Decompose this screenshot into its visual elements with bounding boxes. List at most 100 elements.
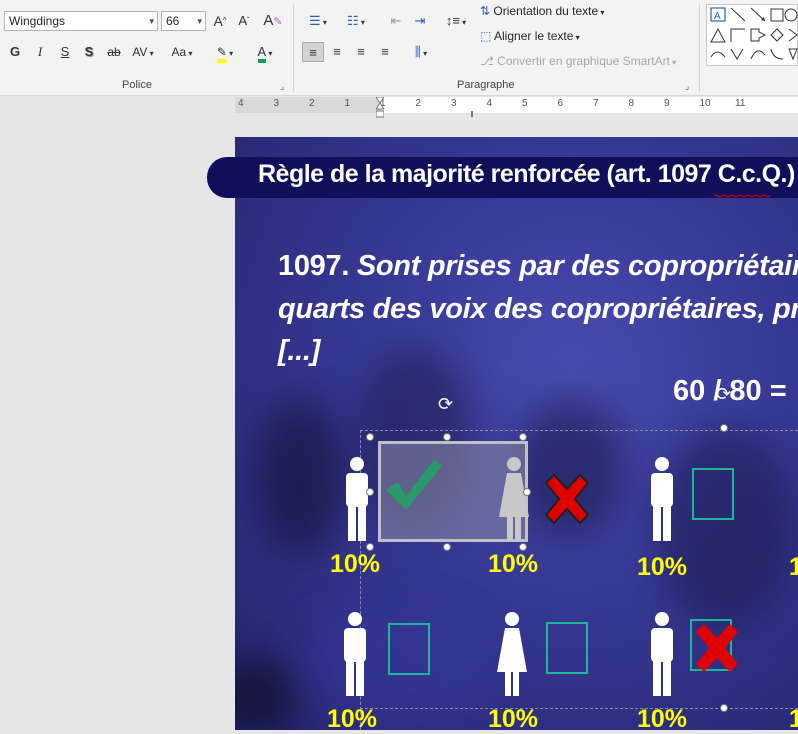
text-direction-button[interactable]: ⇅ Orientation du texte ▾ [480, 4, 604, 18]
align-text-label: Aligner le texte [494, 29, 574, 43]
ruler-number: 2 [309, 98, 315, 109]
italic-button[interactable]: I [31, 42, 49, 62]
change-case-label: Aa [171, 45, 187, 59]
resize-handle[interactable] [366, 433, 374, 441]
percent-label[interactable]: 1 [789, 553, 798, 582]
ruler-number: 4 [486, 98, 493, 109]
resize-handle[interactable] [519, 433, 527, 441]
font-name-combobox[interactable]: Wingdings ▾ [4, 11, 158, 31]
resize-handle[interactable] [519, 543, 527, 551]
red-x-icon[interactable] [692, 622, 742, 674]
columns-button[interactable]: ⫼ ▾ [404, 42, 438, 62]
ruler-number: 10 [699, 98, 711, 109]
font-size-combobox[interactable]: 66 ▾ [161, 11, 206, 31]
font-group-label: Police [122, 79, 152, 91]
align-left-button[interactable]: ≡ [302, 42, 324, 62]
rotate-handle-icon[interactable]: ⟳ [716, 384, 731, 405]
svg-text:A: A [714, 11, 721, 22]
highlighter-icon: ✎ [216, 45, 227, 63]
shapes-gallery[interactable]: A [706, 4, 798, 66]
empty-checkbox-shape[interactable] [388, 623, 430, 675]
character-spacing-button[interactable]: AV ▾ [128, 42, 158, 62]
bold-button[interactable]: G [6, 42, 24, 62]
empty-checkbox-shape[interactable] [546, 622, 588, 674]
font-color-button[interactable]: A ▾ [250, 42, 280, 63]
guide-line [360, 708, 798, 709]
align-right-button[interactable]: ≡ [350, 42, 372, 62]
ruler-number: 4 [238, 98, 244, 109]
percent-label[interactable]: 10% [330, 550, 380, 579]
ruler-number: 11 [735, 98, 746, 109]
align-center-button[interactable]: ≡ [326, 42, 348, 62]
ruler-number: 9 [664, 98, 670, 109]
shapes-gallery-icons: A [710, 7, 798, 61]
horizontal-ruler[interactable]: 4 3 2 1 1 2 3 4 5 6 7 8 9 10 11 [235, 96, 798, 118]
male-person-icon[interactable] [340, 612, 370, 696]
shadow-button[interactable]: S [80, 42, 98, 62]
font-name-value: Wingdings [9, 14, 66, 28]
rotate-handle-icon[interactable]: ⟳ [438, 394, 453, 415]
tab-stop-marker[interactable] [471, 111, 473, 117]
male-person-icon[interactable] [647, 457, 677, 541]
guide-line [360, 430, 798, 431]
smartart-button[interactable]: ⎇ Convertir en graphique SmartArt ▾ [480, 54, 676, 68]
female-person-icon[interactable] [497, 612, 527, 696]
ruler-number: 3 [451, 98, 457, 109]
chevron-down-icon[interactable]: ▾ [149, 12, 154, 30]
male-person-icon[interactable] [647, 612, 677, 696]
resize-handle[interactable] [720, 704, 728, 712]
increase-indent-button[interactable]: ⇥ [410, 11, 430, 31]
justify-button[interactable]: ≡ [374, 42, 396, 62]
resize-handle[interactable] [443, 543, 451, 551]
indent-marker-icon[interactable] [375, 96, 385, 118]
slide-title[interactable]: Règle de la majorité renforcée (art. 109… [258, 160, 795, 189]
percent-label[interactable]: 10% [488, 550, 538, 579]
ribbon: Wingdings ▾ 66 ▾ A^ Aˇ A✎ G I S S ab AV … [0, 0, 798, 96]
resize-handle[interactable] [366, 488, 374, 496]
clear-formatting-button[interactable]: A✎ [262, 11, 284, 31]
resize-handle[interactable] [443, 433, 451, 441]
bullets-button[interactable]: ☰ ▾ [302, 11, 334, 31]
female-person-icon[interactable] [499, 457, 529, 541]
highlight-color-button[interactable]: ✎ ▾ [210, 42, 240, 63]
article-line-3[interactable]: [...] [278, 335, 320, 368]
align-text-button[interactable]: ⬚ Aligner le texte ▾ [480, 29, 580, 43]
resize-handle[interactable] [366, 543, 374, 551]
font-dialog-launcher-icon[interactable]: ⌟ [280, 81, 284, 92]
ruler-number: 6 [557, 98, 564, 109]
article-number: 1097. [278, 250, 350, 282]
decrease-indent-button[interactable]: ⇤ [386, 11, 406, 31]
percent-label[interactable]: 10% [637, 553, 687, 582]
group-separator [699, 4, 700, 92]
ruler-number: 2 [415, 98, 422, 109]
strikethrough-button[interactable]: ab [104, 42, 124, 62]
empty-checkbox-shape[interactable] [692, 468, 734, 520]
chevron-down-icon[interactable]: ▾ [197, 12, 202, 30]
article-line-2[interactable]: quarts des voix des copropriétaires, pr [278, 293, 798, 326]
background-blur [235, 657, 295, 730]
line-spacing-button[interactable]: ↕≡ ▾ [440, 11, 472, 31]
paragraph-dialog-launcher-icon[interactable]: ⌟ [685, 81, 689, 92]
background-blur [255, 397, 345, 557]
male-person-icon[interactable] [342, 457, 372, 541]
numbering-button[interactable]: ☷ ▾ [340, 11, 372, 31]
character-spacing-label: AV [132, 45, 148, 59]
article-text-1: Sont prises par des copropriétaires [356, 250, 798, 282]
change-case-button[interactable]: Aa ▾ [166, 42, 198, 62]
spellcheck-underline [713, 187, 771, 198]
shrink-font-button[interactable]: Aˇ [234, 11, 254, 31]
align-text-icon: ⬚ [480, 29, 492, 43]
paragraph-group-label: Paragraphe [457, 79, 515, 91]
resize-handle[interactable] [720, 424, 728, 432]
font-color-icon: A [257, 45, 267, 63]
red-x-icon[interactable] [542, 473, 592, 525]
group-separator [293, 4, 294, 92]
article-line-1[interactable]: 1097. Sont prises par des copropriétaire… [278, 250, 798, 283]
grow-font-button[interactable]: A^ [210, 11, 230, 31]
ruler-margin-left [235, 97, 381, 113]
resize-handle[interactable] [523, 488, 531, 496]
text-direction-label: Orientation du texte [493, 4, 599, 18]
ruler-number: 8 [628, 98, 635, 109]
smartart-label: Convertir en graphique SmartArt [497, 54, 670, 68]
underline-button[interactable]: S [56, 42, 74, 62]
